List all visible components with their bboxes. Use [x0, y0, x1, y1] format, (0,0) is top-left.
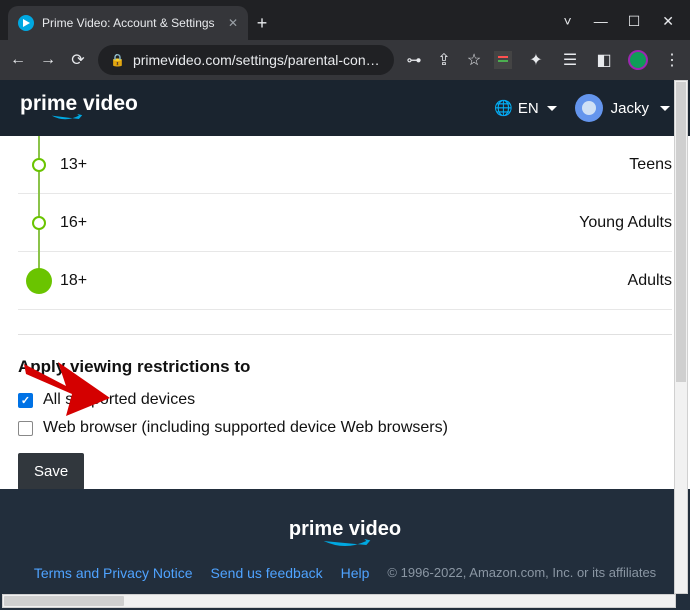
browser-titlebar: Prime Video: Account & Settings ✕ + ˅ — …: [0, 0, 690, 40]
window-close-icon[interactable]: ✕: [662, 13, 674, 30]
url-text: primevideo.com/settings/parental-cont…: [133, 52, 382, 68]
footer-link-help[interactable]: Help: [341, 565, 370, 581]
rating-indicator: [32, 158, 46, 172]
user-avatar-icon: [575, 94, 603, 122]
reading-list-icon[interactable]: ☰: [560, 50, 580, 70]
profile-avatar-icon[interactable]: [628, 50, 648, 70]
user-menu[interactable]: Jacky: [575, 94, 670, 122]
rating-audience: Adults: [628, 272, 672, 290]
rating-indicator-selected: [26, 268, 52, 294]
logo-text: prime video: [20, 93, 138, 114]
horizontal-scrollbar[interactable]: [2, 594, 676, 608]
checkbox-label: Web browser (including supported device …: [43, 419, 448, 437]
checkbox-input[interactable]: [18, 393, 33, 408]
rating-audience: Teens: [629, 156, 672, 174]
checkbox-input[interactable]: [18, 421, 33, 436]
rating-indicator: [32, 216, 46, 230]
checkbox-label: All supported devices: [43, 391, 195, 409]
footer-link-feedback[interactable]: Send us feedback: [211, 565, 323, 581]
footer-link-terms[interactable]: Terms and Privacy Notice: [34, 565, 193, 581]
url-bar[interactable]: 🔒 primevideo.com/settings/parental-cont…: [98, 45, 394, 75]
restrictions-title: Apply viewing restrictions to: [18, 357, 672, 377]
language-label: EN: [518, 100, 539, 117]
extensions-icon[interactable]: ✦: [526, 50, 546, 70]
share-icon[interactable]: ⇪: [434, 50, 454, 70]
lock-icon: 🔒: [110, 53, 125, 67]
footer-copyright: © 1996-2022, Amazon.com, Inc. or its aff…: [387, 565, 656, 580]
window-dropdown-icon[interactable]: ˅: [564, 13, 572, 30]
site-header: prime video 🌐 EN Jacky: [0, 80, 690, 136]
footer-logo[interactable]: prime video: [289, 519, 401, 551]
checkbox-all-devices[interactable]: All supported devices: [18, 391, 672, 409]
forward-button[interactable]: →: [38, 51, 58, 69]
password-key-icon[interactable]: ⊶: [404, 51, 424, 69]
new-tab-button[interactable]: +: [248, 6, 276, 40]
reload-button[interactable]: ⟳: [68, 50, 88, 70]
vertical-scrollbar[interactable]: [674, 80, 688, 594]
rating-age: 16+: [60, 214, 87, 232]
tab-close-icon[interactable]: ✕: [228, 16, 238, 30]
window-minimize-icon[interactable]: —: [594, 13, 606, 30]
globe-icon: 🌐: [494, 99, 513, 117]
rating-list: 13+ Teens 16+ Young Adults 18+ Adults: [18, 136, 672, 310]
browser-toolbar: ← → ⟳ 🔒 primevideo.com/settings/parental…: [0, 40, 690, 80]
footer-logo-text: prime video: [289, 519, 401, 539]
rating-audience: Young Adults: [579, 214, 672, 232]
chevron-down-icon: [660, 106, 670, 111]
chevron-down-icon: [547, 106, 557, 111]
rating-age: 13+: [60, 156, 87, 174]
rating-age: 18+: [60, 272, 87, 290]
rating-row[interactable]: 16+ Young Adults: [18, 194, 672, 252]
browser-tab[interactable]: Prime Video: Account & Settings ✕: [8, 6, 248, 40]
bookmark-star-icon[interactable]: ☆: [464, 50, 484, 70]
window-maximize-icon[interactable]: ☐: [628, 13, 641, 30]
panel-icon[interactable]: ◧: [594, 50, 614, 70]
rating-row[interactable]: 13+ Teens: [18, 136, 672, 194]
tab-favicon: [18, 15, 34, 31]
prime-video-logo[interactable]: prime video: [20, 93, 138, 124]
main-content: 13+ Teens 16+ Young Adults 18+ Adults Ap…: [0, 136, 690, 489]
site-footer: prime video Terms and Privacy Notice Sen…: [0, 489, 690, 610]
save-button[interactable]: Save: [18, 453, 84, 489]
extension-icon-1[interactable]: [494, 51, 512, 69]
rating-row[interactable]: 18+ Adults: [18, 252, 672, 310]
language-selector[interactable]: 🌐 EN: [494, 99, 557, 117]
back-button[interactable]: ←: [8, 51, 28, 69]
checkbox-web-browser[interactable]: Web browser (including supported device …: [18, 419, 672, 437]
kebab-menu-icon[interactable]: ⋮: [662, 50, 682, 70]
tab-title: Prime Video: Account & Settings: [42, 16, 220, 30]
user-name: Jacky: [611, 100, 649, 117]
